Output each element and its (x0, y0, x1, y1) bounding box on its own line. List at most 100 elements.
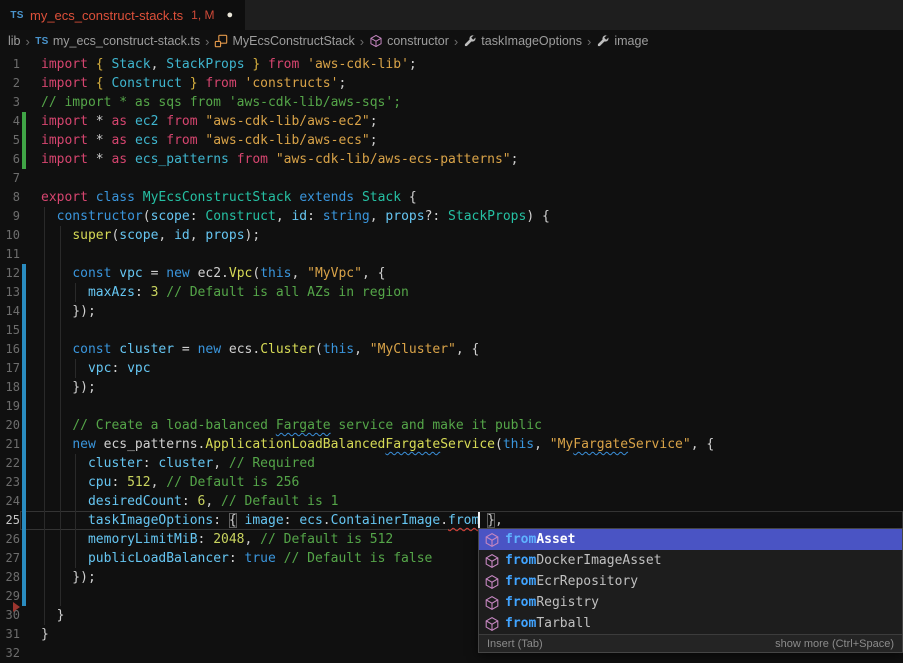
code-token: vpc (119, 266, 142, 281)
line-number[interactable]: 25 (0, 511, 20, 530)
code-token: "aws-cdk-lib/aws-ecs" (205, 133, 369, 148)
line-number[interactable]: 24 (0, 492, 20, 511)
code-token: as (111, 152, 127, 167)
line-number[interactable]: 5 (0, 131, 20, 150)
breadcrumb-item-myecsconstructstack[interactable]: MyEcsConstructStack (214, 34, 354, 48)
code-token: maxAzs (88, 285, 135, 300)
code-token: Stack (362, 190, 401, 205)
suggest-status-bar: Insert (Tab) show more (Ctrl+Space) (479, 634, 902, 652)
code-line-content[interactable]: // Create a load-balanced Fargate servic… (20, 416, 903, 435)
code-line-content[interactable]: import * as ec2 from "aws-cdk-lib/aws-ec… (20, 112, 903, 131)
line-number[interactable]: 14 (0, 302, 20, 321)
code-line-content[interactable]: import * as ecs_patterns from "aws-cdk-l… (20, 150, 903, 169)
suggest-item-fromRegistry[interactable]: fromRegistry (479, 592, 902, 613)
indent-guide (75, 549, 76, 568)
autocomplete-widget: fromAssetfromDockerImageAssetfromEcrRepo… (478, 528, 903, 653)
code-line-content[interactable] (20, 397, 903, 416)
line-number[interactable]: 31 (0, 625, 20, 644)
line-number[interactable]: 23 (0, 473, 20, 492)
code-line-content[interactable]: import { Construct } from 'constructs'; (20, 74, 903, 93)
line-number[interactable]: 28 (0, 568, 20, 587)
code-token: import (41, 133, 88, 148)
line-number[interactable]: 2 (0, 74, 20, 93)
line-number[interactable]: 20 (0, 416, 20, 435)
code-token: extends (299, 190, 362, 205)
indent-guide (44, 302, 45, 321)
line-number[interactable]: 27 (0, 549, 20, 568)
suggest-item-fromEcrRepository[interactable]: fromEcrRepository (479, 571, 902, 592)
code-line-content[interactable]: const cluster = new ecs.Cluster(this, "M… (20, 340, 903, 359)
code-token: }); (41, 380, 96, 395)
code-token: MyEcsConstructStack (143, 190, 300, 205)
line-number[interactable]: 11 (0, 245, 20, 264)
line-number[interactable]: 4 (0, 112, 20, 131)
breadcrumb-item-lib[interactable]: lib (8, 34, 21, 48)
code-line-content[interactable]: const vpc = new ec2.Vpc(this, "MyVpc", { (20, 264, 903, 283)
unsaved-changes-dot[interactable]: ● (227, 9, 234, 21)
suggest-item-fromAsset[interactable]: fromAsset (479, 529, 902, 550)
code-token (127, 133, 135, 148)
line-number[interactable]: 3 (0, 93, 20, 112)
line-number[interactable]: 21 (0, 435, 20, 454)
code-line-content[interactable]: }); (20, 378, 903, 397)
breadcrumb-item-constructor[interactable]: constructor (369, 34, 449, 48)
indent-guide (44, 435, 45, 454)
code-line-content[interactable]: constructor(scope: Construct, id: string… (20, 207, 903, 226)
line-number[interactable]: 13 (0, 283, 20, 302)
line-number[interactable]: 18 (0, 378, 20, 397)
code-token: from (448, 513, 479, 528)
line-number[interactable]: 16 (0, 340, 20, 359)
code-token: { (401, 190, 417, 205)
line-number[interactable]: 17 (0, 359, 20, 378)
indent-guide (44, 530, 45, 549)
breadcrumb-item-image[interactable]: image (596, 34, 648, 48)
code-token: , (354, 342, 370, 357)
code-line-content[interactable]: export class MyEcsConstructStack extends… (20, 188, 903, 207)
code-token: Fargate (276, 418, 331, 433)
indent-guide (60, 378, 61, 397)
line-number[interactable]: 10 (0, 226, 20, 245)
code-token: cluster (158, 456, 213, 471)
breadcrumb-separator-icon: › (454, 34, 458, 49)
code-line-content[interactable]: // import * as sqs from 'aws-cdk-lib/aws… (20, 93, 903, 112)
code-line-content[interactable]: desiredCount: 6, // Default is 1 (20, 492, 903, 511)
breadcrumb-item-my-ecs-construct-stack-ts[interactable]: TSmy_ecs_construct-stack.ts (35, 34, 200, 48)
suggest-item-fromTarball[interactable]: fromTarball (479, 613, 902, 634)
code-line-content[interactable] (20, 169, 903, 188)
code-token: publicLoadBalancer (88, 551, 229, 566)
code-line-content[interactable]: cluster: cluster, // Required (20, 454, 903, 473)
code-line-content[interactable]: }); (20, 302, 903, 321)
line-number[interactable]: 32 (0, 644, 20, 663)
line-number[interactable]: 19 (0, 397, 20, 416)
tab-my-ecs-construct-stack[interactable]: TS my_ecs_construct-stack.ts 1, M ● (0, 0, 245, 30)
line-number[interactable]: 1 (0, 55, 20, 74)
code-line-content[interactable]: vpc: vpc (20, 359, 903, 378)
line-number[interactable]: 6 (0, 150, 20, 169)
code-line-content[interactable]: super(scope, id, props); (20, 226, 903, 245)
code-token: from (237, 152, 268, 167)
indent-guide (75, 283, 76, 302)
code-line-content[interactable]: cpu: 512, // Default is 256 (20, 473, 903, 492)
line-number[interactable]: 26 (0, 530, 20, 549)
code-token: : (190, 209, 206, 224)
line-number[interactable]: 15 (0, 321, 20, 340)
line-number[interactable]: 8 (0, 188, 20, 207)
code-line-content[interactable]: import * as ecs from "aws-cdk-lib/aws-ec… (20, 131, 903, 150)
code-line-content[interactable]: maxAzs: 3 // Default is all AZs in regio… (20, 283, 903, 302)
code-token: } (190, 76, 206, 91)
code-token: as (111, 133, 127, 148)
line-number[interactable]: 22 (0, 454, 20, 473)
code-token: * (88, 152, 111, 167)
line-number[interactable]: 12 (0, 264, 20, 283)
code-token: this (260, 266, 291, 281)
code-line-content[interactable]: import { Stack, StackProps } from 'aws-c… (20, 55, 903, 74)
line-number[interactable]: 7 (0, 169, 20, 188)
breadcrumb-item-taskimageoptions[interactable]: taskImageOptions (463, 34, 582, 48)
code-token: }); (41, 304, 96, 319)
suggest-item-fromDockerImageAsset[interactable]: fromDockerImageAsset (479, 550, 902, 571)
line-number[interactable]: 9 (0, 207, 20, 226)
code-line-content[interactable] (20, 321, 903, 340)
code-line-content[interactable]: new ecs_patterns.ApplicationLoadBalanced… (20, 435, 903, 454)
code-line-content[interactable] (20, 245, 903, 264)
code-token: from (205, 76, 236, 91)
